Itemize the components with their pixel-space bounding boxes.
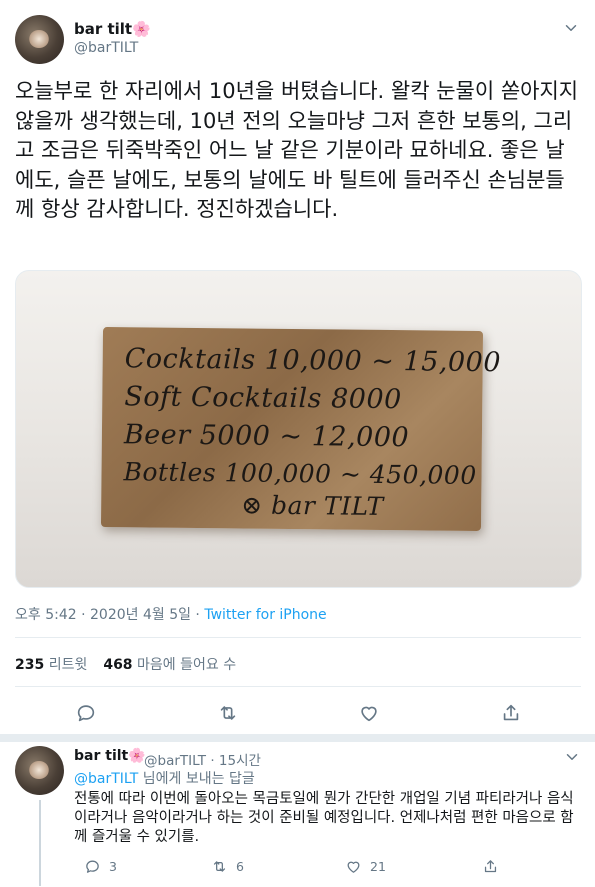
divider xyxy=(15,686,581,687)
reply-display-name[interactable]: bar tilt🌸 xyxy=(74,748,146,764)
avatar[interactable] xyxy=(15,15,64,64)
tweet-stats: 235 리트윗 468 마음에 들어요 수 xyxy=(15,654,236,674)
tweet-timestamp[interactable]: 오후 5:42 · 2020년 4월 5일 · xyxy=(15,607,204,623)
wooden-menu-board: Cocktails 10,000 ~ 15,000 Soft Cocktails… xyxy=(100,327,501,531)
reply-handle-time[interactable]: @barTILT · 15시간 xyxy=(144,749,261,769)
tweet-text: 오늘부로 한 자리에서 10년을 버텼습니다. 왈칵 눈물이 쏟아지지 않을까 … xyxy=(15,79,585,221)
reply-to-link[interactable]: @barTILT xyxy=(74,771,138,787)
retweet-icon[interactable] xyxy=(217,702,239,724)
photo-line: Soft Cocktails 8000 xyxy=(124,381,402,416)
like-icon xyxy=(347,861,360,873)
retweets-stat[interactable]: 235 리트윗 xyxy=(15,657,87,673)
tweet-source-link[interactable]: Twitter for iPhone xyxy=(204,607,326,623)
thread-line xyxy=(39,800,41,886)
divider xyxy=(15,637,581,638)
reply-retweet-action[interactable]: 6 xyxy=(211,858,244,875)
avatar[interactable] xyxy=(15,746,64,795)
photo-line: ⊗ bar TILT xyxy=(241,490,384,521)
share-icon xyxy=(484,860,497,873)
photo-line: Cocktails 10,000 ~ 15,000 xyxy=(124,343,502,379)
user-handle[interactable]: @barTILT xyxy=(74,40,138,56)
retweet-icon xyxy=(213,861,226,872)
reply-icon[interactable] xyxy=(75,702,97,724)
reply-reply-action[interactable]: 3 xyxy=(84,858,117,875)
likes-stat[interactable]: 468 마음에 들어요 수 xyxy=(103,657,236,673)
tweet-header: bar tilt🌸 @barTILT xyxy=(15,15,580,65)
section-divider xyxy=(0,734,595,742)
chevron-down-icon[interactable] xyxy=(563,748,581,766)
like-icon[interactable] xyxy=(358,702,380,724)
display-name[interactable]: bar tilt🌸 xyxy=(74,20,151,38)
chevron-down-icon[interactable] xyxy=(562,19,580,37)
photo-line: Beer 5000 ~ 12,000 xyxy=(123,419,410,454)
reply-share-action[interactable] xyxy=(482,858,499,875)
reply-like-action[interactable]: 21 xyxy=(345,858,386,875)
reply-icon xyxy=(86,860,99,873)
reply-tweet[interactable]: bar tilt🌸 @barTILT · 15시간 @barTILT 님에게 보… xyxy=(15,746,581,886)
reply-text: 전통에 따라 이번에 돌아오는 목금토일에 뭔가 간단한 개업일 기념 파티라거… xyxy=(74,791,574,845)
photo-line: Bottles 100,000 ~ 450,000 xyxy=(123,457,477,490)
tweet-photo[interactable]: Cocktails 10,000 ~ 15,000 Soft Cocktails… xyxy=(15,270,582,588)
reply-to-line: @barTILT 님에게 보내는 답글 xyxy=(74,771,255,787)
tweet-meta: 오후 5:42 · 2020년 4월 5일 · Twitter for iPho… xyxy=(15,604,327,624)
share-icon[interactable] xyxy=(500,702,522,724)
